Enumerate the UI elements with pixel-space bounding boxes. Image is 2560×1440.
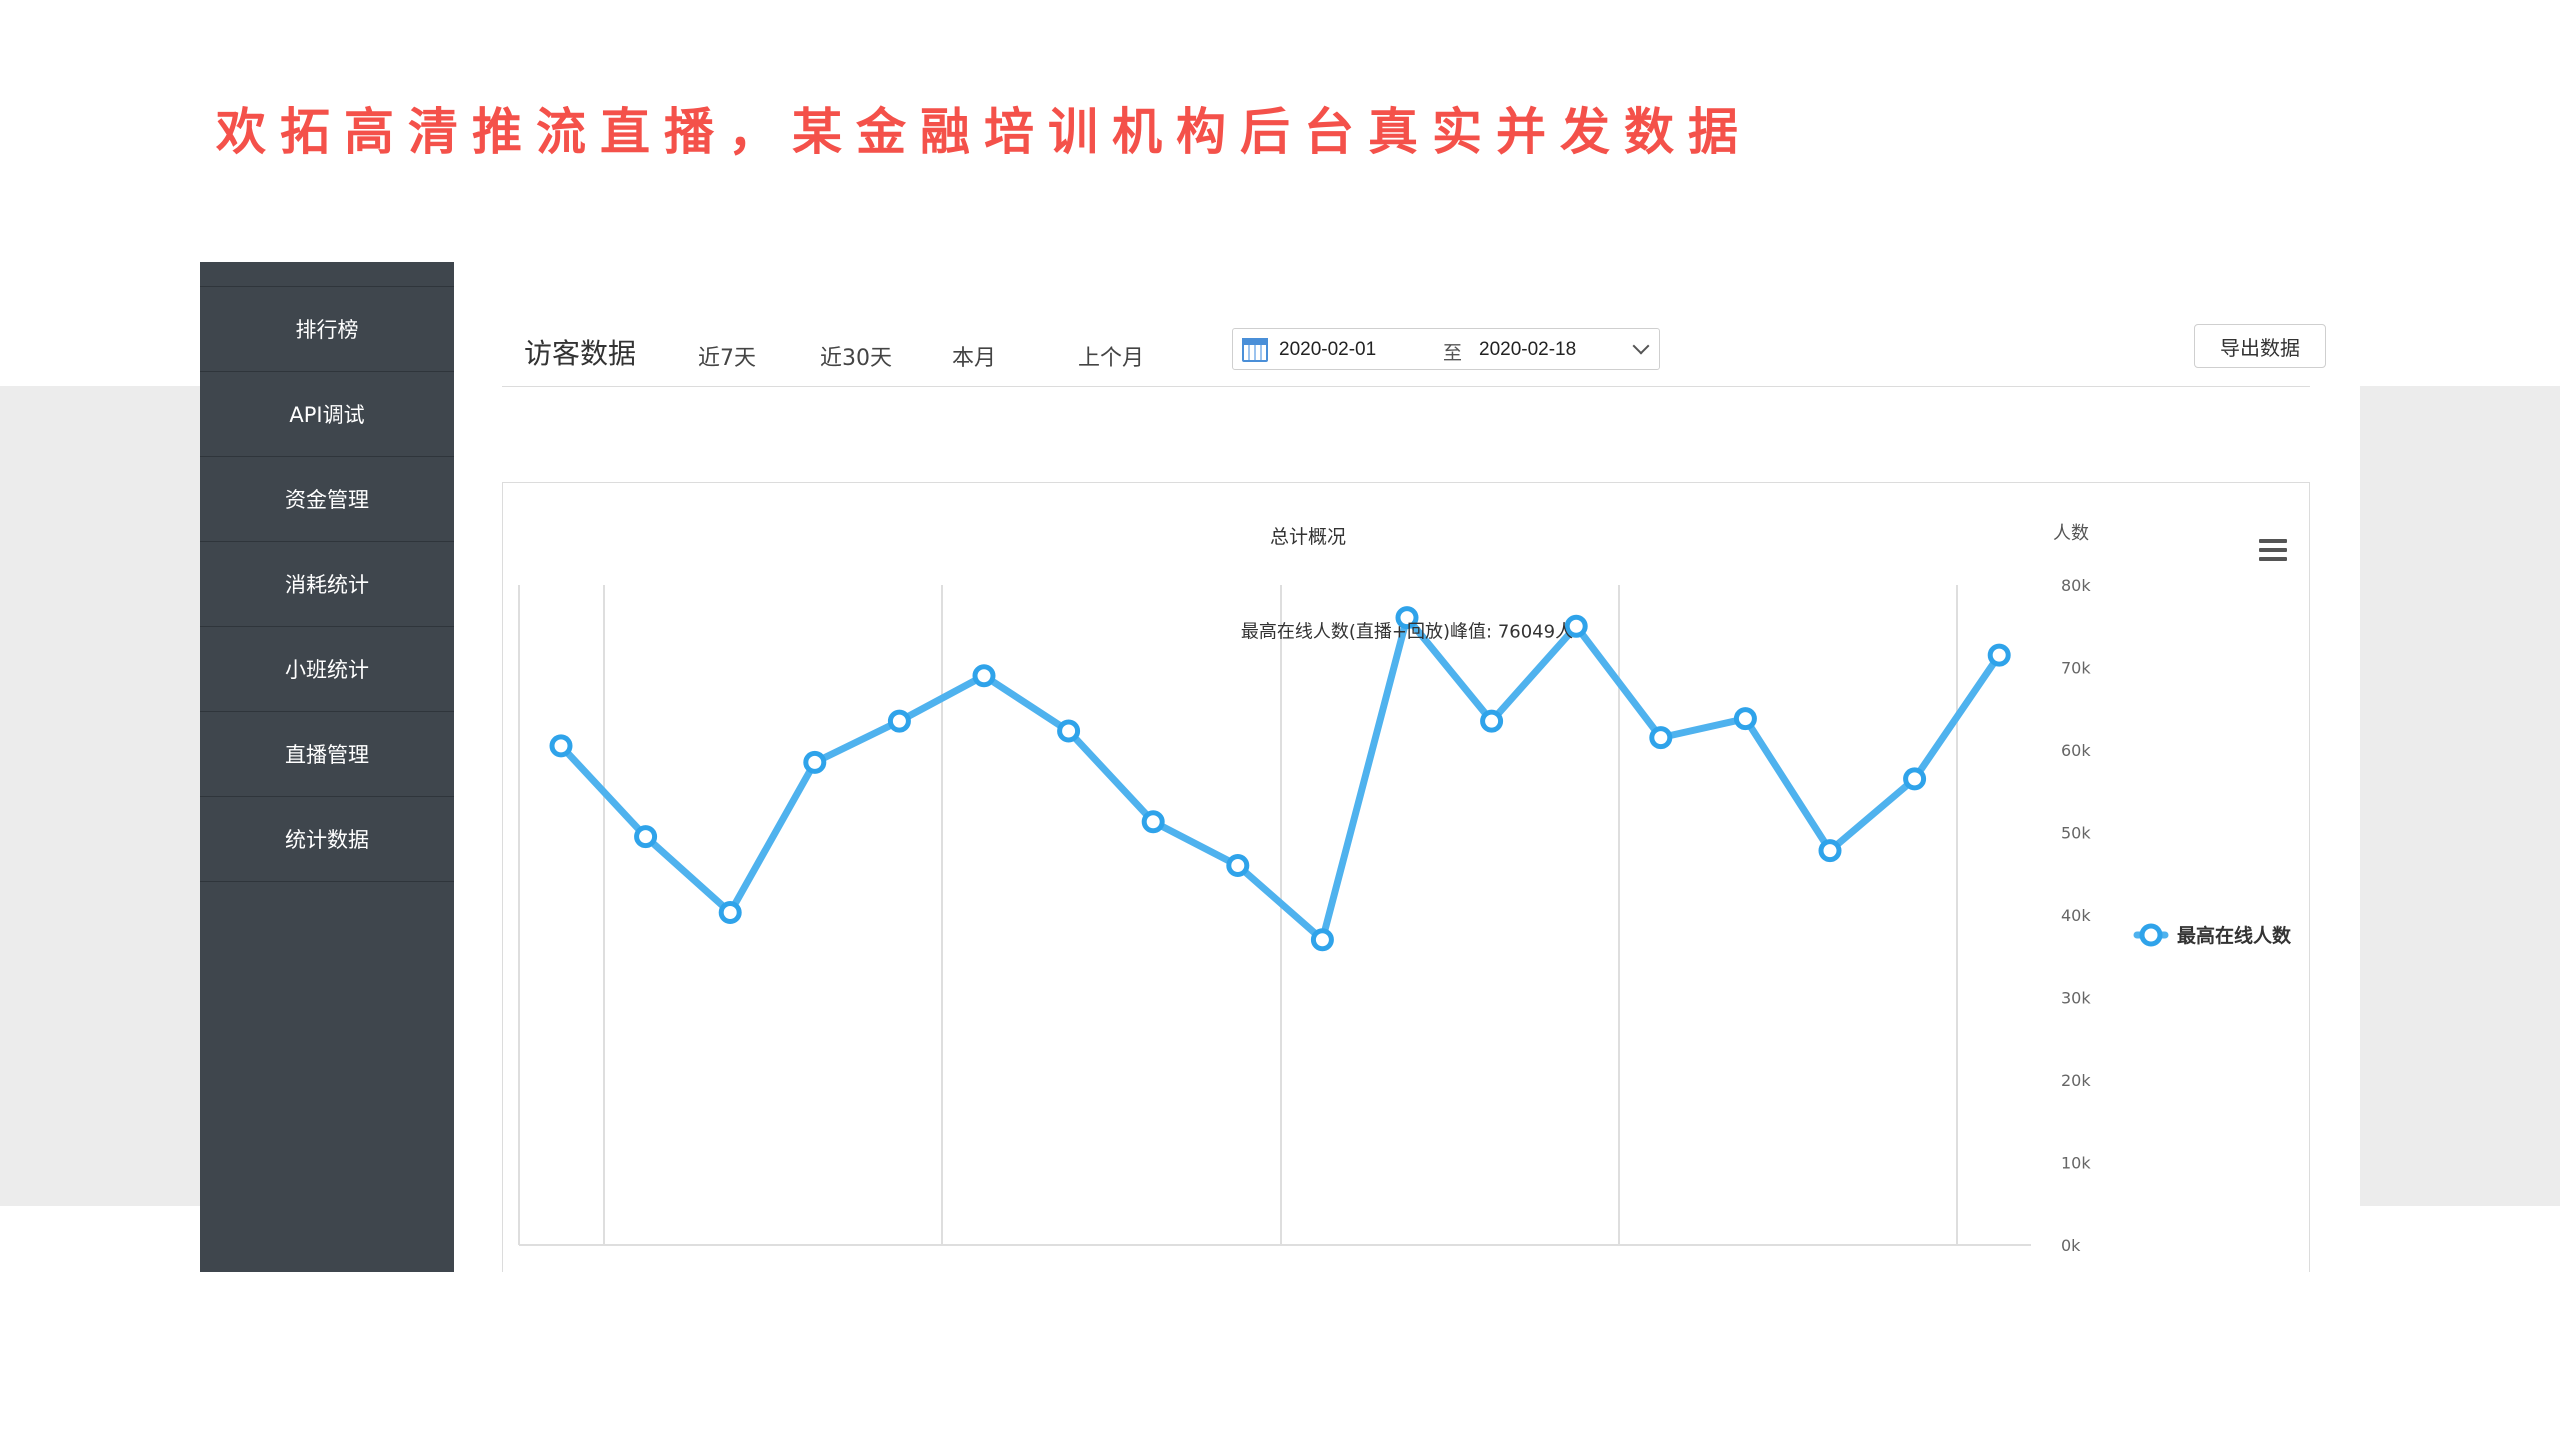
line-chart: 0k 10k 20k 30k 40k 50k 60k 70k 80k 总计概况 人数最高在线人数(直… (518, 523, 2292, 1255)
tab-this-month[interactable]: 本月 (952, 340, 996, 372)
y-tick-label: 60k (2061, 741, 2091, 760)
y-tick-label: 70k (2061, 659, 2091, 678)
data-point (1480, 709, 1504, 733)
legend-label: 最高在线人数 (2177, 924, 2292, 947)
sidebar: 排行榜 API调试 资金管理 消耗统计 小班统计 直播管理 统计数据 (200, 262, 454, 1272)
date-start: 2020-02-01 (1279, 339, 1377, 360)
data-point (1818, 839, 1842, 863)
y-tick-label: 20k (2061, 1071, 2091, 1090)
data-point (1987, 643, 2011, 667)
sidebar-item-funds[interactable]: 资金管理 (200, 457, 454, 542)
data-point (718, 901, 742, 925)
sidebar-item-api-debug[interactable]: API调试 (200, 372, 454, 457)
data-point (1057, 719, 1081, 743)
sidebar-item-statistics[interactable]: 统计数据 (200, 797, 454, 882)
slide: 欢拓高清推流直播，某金融培训机构后台真实并发数据 排行榜 API调试 资金管理 … (0, 0, 2560, 1440)
y-tick-label: 50k (2061, 824, 2091, 843)
date-separator: 至 (1443, 342, 1463, 364)
data-point (972, 664, 996, 688)
sidebar-item-consumption[interactable]: 消耗统计 (200, 542, 454, 627)
data-point (1141, 810, 1165, 834)
y-tick-label: 0k (2061, 1236, 2081, 1255)
y-tick-label: 10k (2061, 1154, 2091, 1173)
page-title: 访客数据 (524, 337, 637, 370)
tab-last-month[interactable]: 上个月 (1078, 340, 1144, 372)
chart-title: 总计概况 (1270, 526, 1346, 548)
main-content: 访客数据 近7天 近30天 本月 上个月 2020-02-01 至 2020-0… (454, 262, 2360, 1272)
data-point (803, 750, 827, 774)
y-tick-label: 30k (2061, 989, 2091, 1008)
sidebar-item-live-management[interactable]: 直播管理 (200, 712, 454, 797)
data-point (1903, 767, 1927, 791)
dashboard-screenshot: 排行榜 API调试 资金管理 消耗统计 小班统计 直播管理 统计数据 访客数据 … (200, 262, 2360, 1272)
data-point (549, 734, 573, 758)
data-point (634, 825, 658, 849)
sidebar-item-ranking[interactable]: 排行榜 (200, 287, 454, 372)
data-point (1226, 854, 1250, 877)
y-axis-label: 人数 (2053, 523, 2089, 544)
data-point (1733, 707, 1757, 731)
date-range-picker[interactable]: 2020-02-01 至 2020-02-18 (1232, 328, 1660, 370)
data-point (1310, 928, 1334, 952)
legend-swatch-marker (2139, 923, 2163, 947)
hamburger-menu-icon[interactable] (2259, 539, 2287, 561)
tab-last-30-days[interactable]: 近30天 (820, 340, 892, 372)
tab-last-7-days[interactable]: 近7天 (698, 340, 756, 372)
date-end: 2020-02-18 (1479, 339, 1577, 360)
data-point (887, 709, 911, 733)
y-tick-label: 80k (2061, 576, 2091, 595)
chevron-down-icon[interactable] (1632, 337, 1650, 355)
sidebar-item-small-class[interactable]: 小班统计 (200, 627, 454, 712)
toolbar: 访客数据 近7天 近30天 本月 上个月 2020-02-01 至 2020-0… (502, 302, 2326, 387)
calendar-icon (1242, 338, 1268, 362)
chart-panel: 0k 10k 20k 30k 40k 50k 60k 70k 80k 总计概况 人数最高在线人数(直… (502, 482, 2310, 1272)
slide-title: 欢拓高清推流直播，某金融培训机构后台真实并发数据 (216, 103, 1752, 161)
data-point (1649, 726, 1673, 750)
sidebar-header (200, 262, 454, 287)
export-data-button[interactable]: 导出数据 (2194, 324, 2326, 368)
y-tick-label: 40k (2061, 906, 2091, 925)
peak-annotation: 最高在线人数(直播+回放)峰值: 76049人 (1241, 622, 1573, 643)
